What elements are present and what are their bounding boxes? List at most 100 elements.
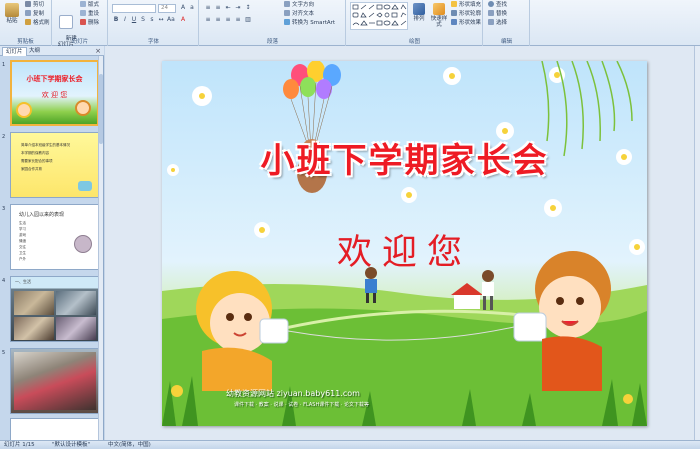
font-label: 字体 (147, 39, 159, 45)
thumbnail-item: 情绪 (19, 239, 26, 243)
slide-thumbnail-1[interactable]: 小班下学期家长会 欢 迎 您 (10, 60, 99, 126)
binoculars-icon (488, 1, 494, 7)
increase-indent-icon[interactable]: ⇥ (234, 4, 242, 12)
find-button[interactable]: 查找 (488, 1, 507, 9)
layout-icon (80, 1, 86, 7)
thumbnail-line: 需要家长配合的事项 (21, 159, 53, 163)
align-text-button[interactable]: 对齐文本 (284, 10, 314, 18)
italic-icon[interactable]: I (121, 16, 129, 24)
copy-button[interactable]: 复制 (25, 10, 44, 18)
reset-icon (80, 10, 86, 16)
tab-outline[interactable]: 大纲 (26, 47, 43, 56)
status-language[interactable]: 中文(简体，中国) (108, 441, 151, 449)
underline-icon[interactable]: U (130, 16, 138, 24)
slide-site-text: 幼教资源网站 ziyuan.baby611.com (226, 389, 360, 398)
text-direction-button[interactable]: 文字方向 (284, 1, 314, 9)
shrink-font-icon[interactable]: a (188, 4, 196, 12)
thumbnail-item: 卫生 (19, 251, 26, 255)
thumbnail-decoration (78, 181, 92, 191)
smartart-button[interactable]: 转换为 SmartArt (284, 19, 335, 27)
thumbnail-subtitle: 欢 迎 您 (41, 91, 68, 99)
align-center-icon[interactable]: ≡ (214, 16, 222, 24)
reset-button[interactable]: 重设 (80, 10, 99, 18)
font-color-icon[interactable]: A (179, 16, 187, 24)
shapes-gallery-icon (352, 4, 407, 26)
arrange-icon (413, 3, 425, 15)
slides-panel: 幻灯片 大纲 × 1 小班下学期家长会 欢 迎 您 2 简单介绍本班级学生的基本… (0, 46, 104, 440)
clipboard-group: 粘贴 剪切 复制 格式刷 剪贴板 (0, 0, 52, 46)
slide-subtitle[interactable]: 欢迎您 (162, 224, 647, 275)
align-right-icon[interactable]: ≡ (224, 16, 232, 24)
panel-tabs: 幻灯片 大纲 × (0, 46, 104, 56)
thumbnail-number: 1 (2, 62, 6, 68)
effects-icon (451, 19, 457, 25)
slide-canvas[interactable]: 小班下学期家长会 欢迎您 幼教资源网站 ziyuan.baby611.com 课… (162, 61, 647, 426)
replace-icon (488, 10, 494, 16)
slide-thumbnail-3[interactable]: 幼儿入园以来的表现 生活 学习 游戏 情绪 交往 卫生 户外 (10, 204, 99, 270)
slides-label: 幻灯片 (71, 39, 89, 45)
shapes-gallery[interactable] (350, 2, 408, 30)
canvas-scrollbar[interactable] (694, 46, 700, 440)
tab-slides[interactable]: 幻灯片 (2, 47, 27, 56)
bullets-icon[interactable]: ≡ (204, 4, 212, 12)
grow-font-icon[interactable]: A (179, 4, 187, 12)
bold-icon[interactable]: B (112, 16, 120, 24)
numbering-icon[interactable]: ≡ (214, 4, 222, 12)
shape-fill-button[interactable]: 形状填充 (451, 1, 481, 9)
status-bar: 幻灯片 1/15 "默认设计模板" 中文(简体，中国) (0, 440, 700, 449)
font-size-select[interactable]: 24 (158, 4, 176, 13)
brush-icon (25, 19, 31, 25)
replace-button[interactable]: 替换 (488, 10, 507, 18)
arrange-button[interactable]: 排列 (411, 3, 427, 22)
cut-button[interactable]: 剪切 (25, 1, 44, 9)
thumbnail-number: 5 (2, 350, 6, 356)
thumbnail-child-left (16, 102, 32, 118)
thumbnail-item: 户外 (19, 257, 26, 261)
cursor-icon (488, 19, 494, 25)
paste-button[interactable]: 粘贴 (2, 3, 22, 24)
decrease-indent-icon[interactable]: ⇤ (224, 4, 232, 12)
font-name-select[interactable] (112, 4, 156, 13)
shadow-icon[interactable]: s (148, 16, 156, 24)
slide-site-subtext: 课件下载 · 教案 · 说课 · 试卷 · FLASH课件下载 · 论文下载等 (234, 402, 369, 408)
layout-button[interactable]: 版式 (80, 1, 99, 9)
status-theme: "默认设计模板" (52, 442, 91, 448)
delete-slide-button[interactable]: 删除 (80, 19, 99, 27)
editing-label: 编辑 (500, 39, 512, 45)
thumbnail-number: 4 (2, 278, 6, 284)
slide-title[interactable]: 小班下学期家长会 (162, 133, 647, 182)
pen-icon (451, 10, 457, 16)
format-painter-button[interactable]: 格式刷 (25, 19, 50, 27)
align-left-icon[interactable]: ≡ (204, 16, 212, 24)
slide-thumbnail-2[interactable]: 简单介绍本班级学生的基本情况 本学期的保教内容 需要家长配合的事项 家园合作共育 (10, 132, 99, 198)
change-case-icon[interactable]: Aa (166, 16, 175, 24)
thumbnail-koala (74, 235, 92, 253)
slide-canvas-area: 小班下学期家长会 欢迎您 幼教资源网站 ziyuan.baby611.com 课… (105, 46, 700, 440)
status-slide-info: 幻灯片 1/15 (4, 442, 35, 448)
thumbnail-number: 2 (2, 134, 6, 140)
slide-thumbnail-4[interactable]: 一、生活 (10, 276, 99, 342)
align-text-icon (284, 10, 290, 16)
scissors-icon (25, 1, 31, 7)
scrollbar-thumb[interactable] (99, 74, 103, 144)
new-slide-icon (59, 15, 73, 29)
strikethrough-icon[interactable]: S (139, 16, 147, 24)
close-icon[interactable]: × (95, 47, 101, 55)
thumbnail-photo (56, 317, 96, 340)
panel-scrollbar[interactable] (98, 56, 103, 440)
thumbnail-item: 学习 (19, 227, 26, 231)
columns-icon[interactable]: ▥ (244, 16, 252, 24)
thumbnail-heading: 幼儿入园以来的表现 (19, 212, 65, 218)
justify-icon[interactable]: ≡ (234, 16, 242, 24)
slide-thumbnail-5[interactable] (10, 348, 99, 414)
drawing-group: 排列 快速样式 形状填充 形状轮廓 形状效果 绘图 (347, 0, 483, 46)
ribbon: 粘贴 剪切 复制 格式刷 剪贴板 新建 幻灯片 版式 重设 删除 幻灯片 24 … (0, 0, 700, 48)
quick-styles-icon (433, 3, 445, 15)
spacing-icon[interactable]: ↔ (157, 16, 165, 24)
quick-styles-button[interactable]: 快速样式 (429, 3, 449, 28)
shape-effects-button[interactable]: 形状效果 (451, 19, 481, 27)
line-spacing-icon[interactable]: ↕ (244, 4, 252, 12)
font-group: 24 A a B I U S s ↔ Aa A 字体 (109, 0, 199, 46)
select-button[interactable]: 选择 (488, 19, 507, 27)
shape-outline-button[interactable]: 形状轮廓 (451, 10, 481, 18)
